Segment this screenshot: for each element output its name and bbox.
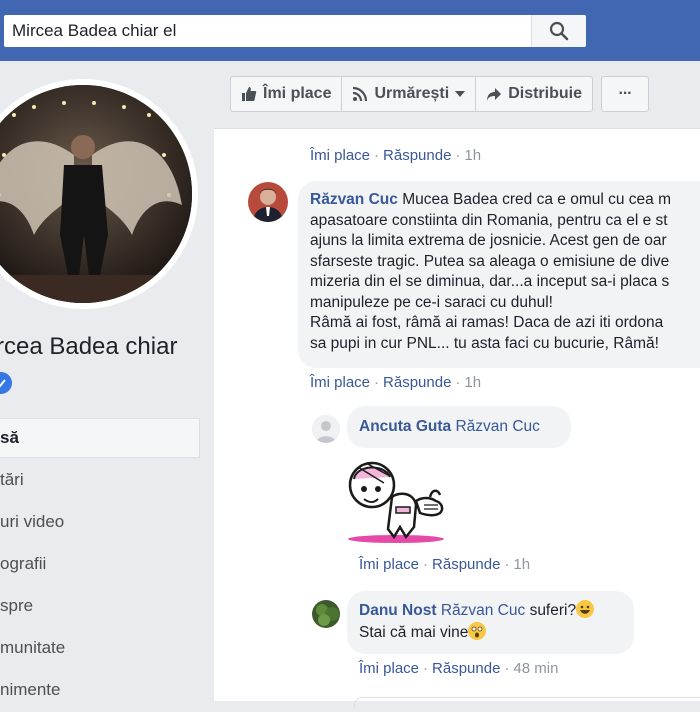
comment-text-line: mizeria din el se diminua, dar...a incep… bbox=[310, 273, 670, 290]
reply-text: suferi? bbox=[529, 602, 577, 619]
page-nav: să tări uri video ografii spre munitate … bbox=[0, 418, 200, 712]
left-column: rcea Badea chiar să tări uri video ograf… bbox=[0, 61, 214, 700]
like-link[interactable]: Îmi place bbox=[359, 660, 419, 677]
page-name[interactable]: rcea Badea chiar bbox=[0, 333, 177, 361]
comment-actions: Îmi place · Răspunde · 1h bbox=[359, 556, 531, 573]
reply-author[interactable]: Danu Nost bbox=[359, 602, 437, 619]
search-button[interactable] bbox=[531, 15, 586, 47]
grinning-emoji-icon bbox=[576, 600, 595, 618]
comment-bubble: Răzvan Cuc Mucea Badea cred ca e omul cu… bbox=[298, 181, 700, 368]
reply-bubble: Ancuta Guta Răzvan Cuc bbox=[347, 406, 571, 448]
comment-time[interactable]: 1h bbox=[513, 556, 530, 573]
comment-text-line: apasatoare constiinta din Romania, pentr… bbox=[310, 211, 668, 229]
rss-icon bbox=[352, 86, 368, 102]
search-icon bbox=[549, 21, 569, 41]
comment-text-line: Râmă ai fost, râmă ai ramas! Daca de azi… bbox=[310, 314, 664, 331]
nav-posts[interactable]: tări bbox=[0, 460, 200, 502]
search-input[interactable] bbox=[4, 15, 532, 47]
reply-text: Stai că mai vine bbox=[359, 624, 469, 641]
comment-actions: Îmi place · Răspunde · 1h bbox=[310, 147, 482, 164]
reply-bubble: Danu Nost Răzvan Cuc suferi? Stai că mai… bbox=[347, 591, 634, 654]
top-bar bbox=[0, 0, 700, 61]
sticker-image bbox=[348, 461, 444, 543]
reply-mention[interactable]: Răzvan Cuc bbox=[441, 602, 525, 619]
thumbs-up-sticker bbox=[344, 457, 454, 547]
avatar[interactable] bbox=[312, 415, 340, 443]
share-button[interactable]: Distribuie bbox=[476, 76, 593, 112]
comment-text-line: manipuleze pe ce-i saraci cu duhul! bbox=[310, 293, 553, 311]
avatar[interactable] bbox=[312, 600, 340, 628]
comment-text-line: sa pupi in cur PNL... tu asta faci cu bu… bbox=[310, 334, 659, 352]
top-bar-right bbox=[600, 0, 700, 61]
share-arrow-icon bbox=[486, 86, 502, 102]
comment-actions: Îmi place · Răspunde · 48 min bbox=[359, 660, 559, 677]
comment-actions: Îmi place · Răspunde · 1h bbox=[310, 374, 482, 391]
nav-home[interactable]: să bbox=[0, 418, 200, 458]
comment-author[interactable]: Răzvan Cuc bbox=[310, 191, 398, 208]
search-box bbox=[4, 15, 586, 47]
thumbs-up-icon bbox=[241, 86, 257, 102]
reply-link[interactable]: Răspunde bbox=[383, 374, 451, 391]
more-options-button[interactable]: ··· bbox=[600, 76, 649, 112]
verified-badge-icon bbox=[0, 372, 12, 394]
nav-photos[interactable]: ografii bbox=[0, 544, 200, 586]
page-action-bar: Îmi place Urmărești Distribuie ··· bbox=[230, 76, 649, 112]
avatar[interactable] bbox=[248, 182, 288, 222]
follow-label: Urmărești bbox=[374, 85, 450, 102]
like-link[interactable]: Îmi place bbox=[310, 374, 370, 391]
comment-text-line: Mucea Badea cred ca e omul cu cea m bbox=[402, 191, 671, 208]
reply-link[interactable]: Răspunde bbox=[432, 660, 500, 677]
reply-link[interactable]: Răspunde bbox=[383, 147, 451, 164]
like-page-button[interactable]: Îmi place bbox=[230, 76, 343, 112]
like-link[interactable]: Îmi place bbox=[310, 147, 370, 164]
nav-videos[interactable]: uri video bbox=[0, 502, 200, 544]
nav-about[interactable]: spre bbox=[0, 586, 200, 628]
comment-time[interactable]: 48 min bbox=[513, 660, 558, 677]
comment-text-line: ajuns la limita extrema de josnicie. Ace… bbox=[310, 232, 667, 249]
share-label: Distribuie bbox=[508, 85, 582, 102]
comment-text-line: sfarseste tragic. Putea sa aleaga o emis… bbox=[310, 252, 670, 270]
follow-button[interactable]: Urmărești bbox=[342, 76, 477, 112]
like-page-label: Îmi place bbox=[263, 85, 332, 102]
more-dots-icon: ··· bbox=[618, 85, 632, 102]
reply-link[interactable]: Răspunde bbox=[432, 556, 500, 573]
reply-mention[interactable]: Răzvan Cuc bbox=[455, 418, 539, 435]
nav-community[interactable]: munitate bbox=[0, 628, 200, 670]
like-link[interactable]: Îmi place bbox=[359, 556, 419, 573]
comment-time[interactable]: 1h bbox=[464, 374, 481, 391]
astonished-emoji-icon bbox=[468, 622, 487, 640]
chevron-down-icon bbox=[455, 91, 466, 97]
comment-time[interactable]: 1h bbox=[464, 147, 481, 164]
post-comments-card: Îmi place · Răspunde · 1h Răzvan Cuc Mucea B… bbox=[214, 128, 700, 708]
reply-author[interactable]: Ancuta Guta bbox=[359, 418, 451, 435]
reply-input-edge[interactable] bbox=[354, 697, 700, 708]
nav-events[interactable]: nimente bbox=[0, 670, 200, 712]
